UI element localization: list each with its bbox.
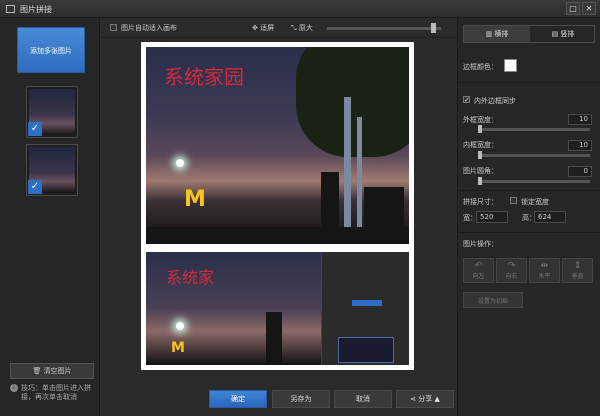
photo-1[interactable]: 系统家园 M xyxy=(146,47,409,244)
original-size-button[interactable]: ⤡ 原大 xyxy=(291,23,313,33)
fit-screen-button[interactable]: ✥ 适屏 xyxy=(252,23,274,33)
rotate-left-button[interactable]: ↶ 向左 xyxy=(463,258,494,283)
street-pole xyxy=(357,117,362,244)
lock-width-checkbox[interactable] xyxy=(510,197,517,204)
flip-horizontal-icon: ⇹ xyxy=(540,261,549,271)
corner-slider[interactable] xyxy=(478,180,590,183)
info-icon: i xyxy=(10,384,18,392)
photo-2[interactable]: 系统家 M xyxy=(146,252,409,365)
divider xyxy=(458,82,600,83)
fit-screen-icon: ✥ xyxy=(252,24,261,32)
tab-vertical-label: 竖排 xyxy=(560,30,575,38)
ok-button[interactable]: 确定 xyxy=(209,390,267,408)
clear-images-label: 清空图片 xyxy=(43,367,72,375)
flip-horizontal-label: 水平 xyxy=(538,273,551,280)
maximize-button[interactable]: □ xyxy=(566,2,580,15)
layout-tabs: ▥ 横排 ▤ 竖排 xyxy=(463,25,595,43)
fit-screen-label: 适屏 xyxy=(260,24,275,32)
original-size-icon: ⤡ xyxy=(291,24,299,32)
corner-slider-thumb[interactable] xyxy=(478,177,482,185)
watermark-text: 系统家 xyxy=(166,268,215,287)
width-input[interactable]: 520 xyxy=(476,211,508,223)
close-button[interactable]: ✕ xyxy=(582,2,596,15)
settings-panel: ▥ 横排 ▤ 竖排 边框颜色： ✓ 内外边框同步 外框宽度： 10 内框宽度： … xyxy=(457,18,600,416)
share-button[interactable]: ⋖ 分享 ▲ xyxy=(396,390,454,408)
cancel-button[interactable]: 取消 xyxy=(334,390,392,408)
ops-label: 图片操作： xyxy=(463,240,498,248)
outer-border-slider-thumb[interactable] xyxy=(478,125,482,133)
inner-border-slider-thumb[interactable] xyxy=(478,151,482,159)
flip-vertical-label: 垂直 xyxy=(571,273,584,280)
add-images-button[interactable]: 添加多张图片 xyxy=(17,27,85,73)
embedded-thumbnail xyxy=(338,337,394,363)
tab-horizontal[interactable]: ▥ 横排 xyxy=(464,26,530,42)
size-label: 拼接尺寸： xyxy=(463,198,498,206)
height-input[interactable]: 624 xyxy=(534,211,566,223)
tip-text: 技巧：单击图片进入拼接，再次单击取消 xyxy=(21,384,91,401)
outer-border-label: 外框宽度： xyxy=(463,116,498,124)
reset-button[interactable]: 设置为初始 xyxy=(463,292,523,308)
rotate-right-label: 向右 xyxy=(505,273,518,280)
auto-fill-label: 图片自动适入画布 xyxy=(121,24,177,32)
rotate-left-label: 向左 xyxy=(472,273,485,280)
border-color-swatch[interactable] xyxy=(504,59,517,72)
outer-border-slider[interactable] xyxy=(478,128,590,131)
check-icon: ✓ xyxy=(28,122,42,136)
building xyxy=(266,312,282,365)
share-label: 分享 xyxy=(418,395,433,403)
check-icon: ✓ xyxy=(28,180,42,194)
trash-icon: 🗑 xyxy=(32,367,44,375)
window-title: 图片拼接 xyxy=(20,5,52,14)
left-panel: 添加多张图片 ✓ ✓ 🗑 清空图片 i 技巧：单击图片进入拼接，再次单击取消 xyxy=(0,18,100,416)
rotate-right-button[interactable]: ↷ 向右 xyxy=(496,258,527,283)
mcdonalds-logo: M xyxy=(171,340,185,356)
sync-label: 内外边框同步 xyxy=(474,97,516,105)
corner-input[interactable]: 0 xyxy=(568,166,592,177)
inner-border-slider[interactable] xyxy=(478,154,590,157)
tab-vertical[interactable]: ▤ 竖排 xyxy=(530,26,596,42)
action-bar: 确定 另存为 取消 ⋖ 分享 ▲ xyxy=(101,382,456,416)
thumbnail-2[interactable]: ✓ xyxy=(26,144,78,196)
auto-fill-checkbox[interactable] xyxy=(110,24,117,31)
tip: i 技巧：单击图片进入拼接，再次单击取消 xyxy=(10,384,96,402)
embedded-screenshot xyxy=(321,252,409,365)
zoom-slider-thumb[interactable] xyxy=(431,23,437,33)
mcdonalds-logo: M xyxy=(184,187,206,212)
flip-horizontal-button[interactable]: ⇹ 水平 xyxy=(529,258,560,283)
thumbnail-1[interactable]: ✓ xyxy=(26,86,78,138)
street-pole xyxy=(344,97,351,244)
collage-canvas[interactable]: 系统家园 M 系统家 M xyxy=(141,42,414,370)
inner-border-input[interactable]: 10 xyxy=(568,140,592,151)
width-label: 宽： xyxy=(463,214,477,222)
flip-vertical-button[interactable]: ⇕ 垂直 xyxy=(562,258,593,283)
rotate-right-icon: ↷ xyxy=(507,261,516,271)
original-size-label: 原大 xyxy=(298,24,313,32)
street-light xyxy=(176,322,184,330)
divider xyxy=(458,190,600,191)
tree-silhouette xyxy=(296,47,409,157)
share-arrow-icon: ▲ xyxy=(434,395,440,403)
preview-area: 图片自动适入画布 ✥ 适屏 ⤡ 原大 系统家园 M 系统家 M 确定 另存为 取… xyxy=(101,18,456,416)
inner-border-label: 内框宽度： xyxy=(463,141,498,149)
puzzle-icon xyxy=(6,5,15,13)
sync-checkbox[interactable]: ✓ xyxy=(463,96,470,104)
embedded-button xyxy=(352,300,382,306)
lock-width-label: 锁定宽度 xyxy=(521,198,549,206)
watermark-text: 系统家园 xyxy=(164,65,244,89)
rotate-left-icon: ↶ xyxy=(474,261,483,271)
corner-label: 图片圆角： xyxy=(463,167,498,175)
preview-toolbar: 图片自动适入画布 ✥ 适屏 ⤡ 原大 xyxy=(101,18,456,38)
divider xyxy=(458,232,600,233)
flip-vertical-icon: ⇕ xyxy=(573,261,582,271)
street-light xyxy=(176,159,184,167)
save-as-button[interactable]: 另存为 xyxy=(272,390,330,408)
title-bar: 图片拼接 □ ✕ xyxy=(0,0,600,18)
ground xyxy=(146,227,409,244)
zoom-slider[interactable] xyxy=(327,27,441,30)
outer-border-input[interactable]: 10 xyxy=(568,114,592,125)
border-color-label: 边框颜色： xyxy=(463,63,498,71)
clear-images-button[interactable]: 🗑 清空图片 xyxy=(10,363,94,379)
tab-horizontal-label: 横排 xyxy=(494,30,509,38)
